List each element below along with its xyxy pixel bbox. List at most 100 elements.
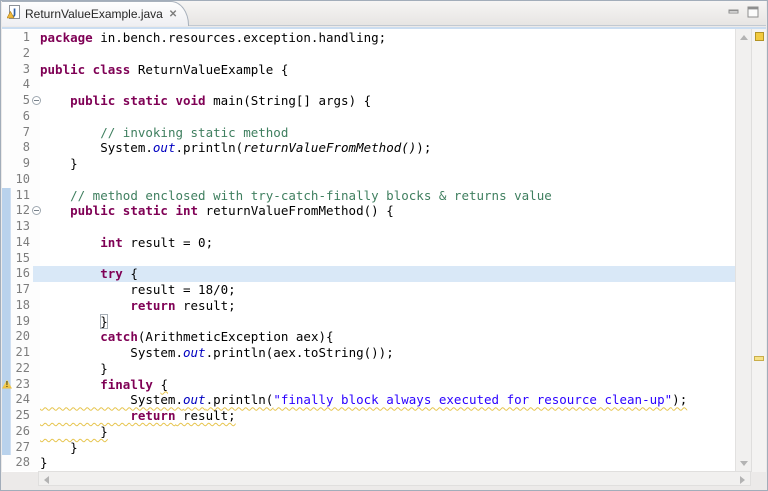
fold-column: [33, 439, 40, 456]
range-indicator: [2, 45, 11, 62]
code-line[interactable]: 2: [2, 45, 735, 62]
code-text[interactable]: [40, 77, 735, 93]
range-indicator: [2, 313, 11, 330]
code-segment: out: [183, 345, 206, 360]
code-line[interactable]: 19 }: [2, 313, 735, 330]
code-line[interactable]: 13: [2, 219, 735, 235]
code-line[interactable]: 7 // invoking static method: [2, 124, 735, 141]
code-text[interactable]: result = 18/0;: [40, 282, 735, 298]
close-icon[interactable]: ✕: [168, 9, 178, 20]
code-line[interactable]: 25 return result;: [2, 408, 735, 424]
code-segment: return: [130, 408, 176, 423]
code-line[interactable]: 5 public static void main(String[] args)…: [2, 93, 735, 109]
code-text[interactable]: // invoking static method: [40, 125, 735, 141]
scroll-right-icon[interactable]: [735, 472, 750, 485]
code-segment: System.: [40, 392, 183, 408]
overview-ruler[interactable]: [751, 29, 766, 472]
code-text[interactable]: System.out.println("finally block always…: [40, 392, 735, 408]
code-line[interactable]: 1 package in.bench.resources.exception.ha…: [2, 30, 735, 46]
vertical-scrollbar[interactable]: [735, 29, 751, 472]
maximize-view-button[interactable]: [747, 6, 759, 18]
code-text[interactable]: }: [40, 156, 735, 172]
code-line[interactable]: 16 try {: [2, 266, 735, 282]
code-line[interactable]: 8 System.out.println(returnValueFromMeth…: [2, 140, 735, 156]
code-text[interactable]: public static void main(String[] args) {: [40, 93, 735, 109]
code-line[interactable]: 22 }: [2, 360, 735, 377]
code-line[interactable]: 24 System.out.println("finally block alw…: [2, 392, 735, 408]
code-line[interactable]: 14 int result = 0;: [2, 234, 735, 251]
tab-title: ReturnValueExample.java: [25, 7, 163, 21]
code-text[interactable]: [40, 46, 735, 62]
fold-column: [33, 392, 40, 408]
code-text[interactable]: return result;: [40, 298, 735, 314]
range-indicator: [2, 77, 11, 93]
range-indicator: [2, 392, 11, 408]
code-text[interactable]: [40, 109, 735, 125]
code-text[interactable]: }: [40, 361, 735, 377]
code-text[interactable]: System.out.println(aex.toString());: [40, 345, 735, 361]
minimize-view-button[interactable]: [728, 6, 740, 18]
range-indicator: [2, 171, 11, 188]
code-text[interactable]: finally {: [40, 377, 735, 393]
code-line[interactable]: 18 return result;: [2, 297, 735, 314]
fold-column: [33, 345, 40, 361]
tab-returnvalueexample-java[interactable]: J ReturnValueExample.java ✕: [2, 1, 189, 26]
code-line[interactable]: 17 result = 18/0;: [2, 282, 735, 298]
code-line[interactable]: 12 public static int returnValueFromMeth…: [2, 203, 735, 219]
code-lines: 1 package in.bench.resources.exception.ha…: [2, 29, 735, 472]
scroll-up-icon[interactable]: [736, 29, 751, 42]
code-line[interactable]: 20 catch(ArithmeticException aex){: [2, 329, 735, 345]
code-line[interactable]: 6: [2, 108, 735, 125]
overview-status-warning-icon[interactable]: [755, 32, 764, 41]
code-text[interactable]: [40, 172, 735, 188]
code-line[interactable]: 28}: [2, 455, 735, 471]
code-segment: return: [130, 297, 176, 313]
warning-icon: [2, 379, 12, 389]
code-text[interactable]: public static int returnValueFromMethod(…: [40, 203, 735, 219]
fold-collapse-icon[interactable]: [32, 206, 41, 216]
code-line[interactable]: 4: [2, 77, 735, 93]
code-text[interactable]: [40, 251, 735, 267]
code-text[interactable]: try {: [40, 266, 735, 282]
code-segment: catch: [100, 329, 138, 345]
code-text[interactable]: catch(ArithmeticException aex){: [40, 329, 735, 345]
code-text[interactable]: // method enclosed with try-catch-finall…: [40, 188, 735, 204]
code-line[interactable]: 21 System.out.println(aex.toString());: [2, 345, 735, 361]
fold-collapse-icon[interactable]: [32, 96, 41, 105]
range-indicator: [2, 156, 11, 172]
fold-column[interactable]: [32, 203, 41, 219]
code-text[interactable]: public class ReturnValueExample {: [40, 62, 735, 78]
line-number: 6: [11, 108, 33, 125]
code-segment: .println(aex.toString());: [205, 345, 394, 360]
code-line[interactable]: 27 }: [2, 439, 735, 456]
code-text[interactable]: }: [40, 455, 735, 471]
scroll-left-icon[interactable]: [39, 472, 54, 485]
code-text[interactable]: }: [40, 440, 735, 456]
code-text[interactable]: }: [40, 314, 735, 330]
code-text[interactable]: }: [40, 424, 735, 440]
code-text[interactable]: package in.bench.resources.exception.han…: [40, 30, 735, 46]
code-text[interactable]: int result = 0;: [40, 235, 735, 251]
code-text[interactable]: return result;: [40, 408, 735, 424]
line-number: 16: [11, 266, 33, 282]
code-text[interactable]: [40, 219, 735, 235]
fold-column[interactable]: [32, 93, 41, 109]
line-number: 9: [11, 156, 33, 172]
code-line[interactable]: 3 public class ReturnValueExample {: [2, 61, 735, 78]
line-number: 19: [11, 313, 33, 330]
range-indicator: [2, 234, 11, 251]
code-segment: returnValueFromMethod(): [243, 140, 417, 156]
overview-warning-marker[interactable]: [754, 356, 764, 361]
code-line[interactable]: 11 // method enclosed with try-catch-fin…: [2, 187, 735, 204]
code-line[interactable]: 15: [2, 250, 735, 267]
code-line[interactable]: 23 finally {: [2, 376, 735, 393]
code-line[interactable]: 9 }: [2, 156, 735, 172]
code-text[interactable]: System.out.println(returnValueFromMethod…: [40, 140, 735, 156]
range-indicator: [2, 282, 11, 298]
code-line[interactable]: 10: [2, 171, 735, 188]
code-line[interactable]: 26 }: [2, 423, 735, 440]
horizontal-scrollbar[interactable]: [38, 471, 751, 486]
